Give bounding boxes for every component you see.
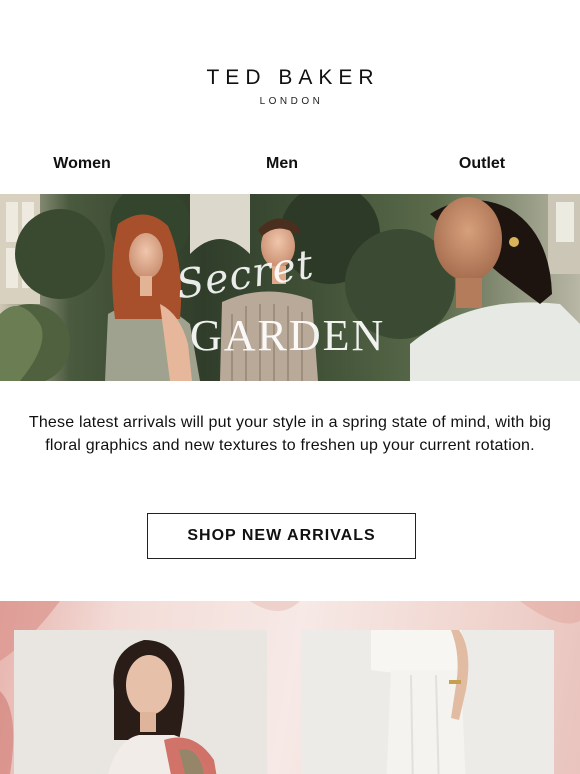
- hero-title-main: GARDEN: [190, 311, 386, 360]
- brand-name: TED BAKER: [206, 66, 380, 89]
- nav-item-men[interactable]: Men: [266, 155, 298, 173]
- shop-new-arrivals-button[interactable]: SHOP NEW ARRIVALS: [147, 513, 416, 559]
- product-image-right: [301, 630, 554, 774]
- brand-logo[interactable]: TED BAKER LONDON: [0, 66, 580, 107]
- product-card-right[interactable]: [301, 630, 554, 774]
- nav-item-women[interactable]: Women: [53, 155, 110, 173]
- main-nav: Women Men Outlet: [0, 155, 580, 177]
- brand-subtitle: LONDON: [259, 96, 324, 107]
- nav-item-outlet[interactable]: Outlet: [459, 155, 505, 173]
- intro-copy: These latest arrivals will put your styl…: [28, 414, 552, 454]
- product-section: [0, 601, 580, 774]
- hero-banner[interactable]: Secret GARDEN: [0, 194, 580, 381]
- product-card-left[interactable]: [14, 630, 267, 774]
- product-image-left: [14, 630, 267, 774]
